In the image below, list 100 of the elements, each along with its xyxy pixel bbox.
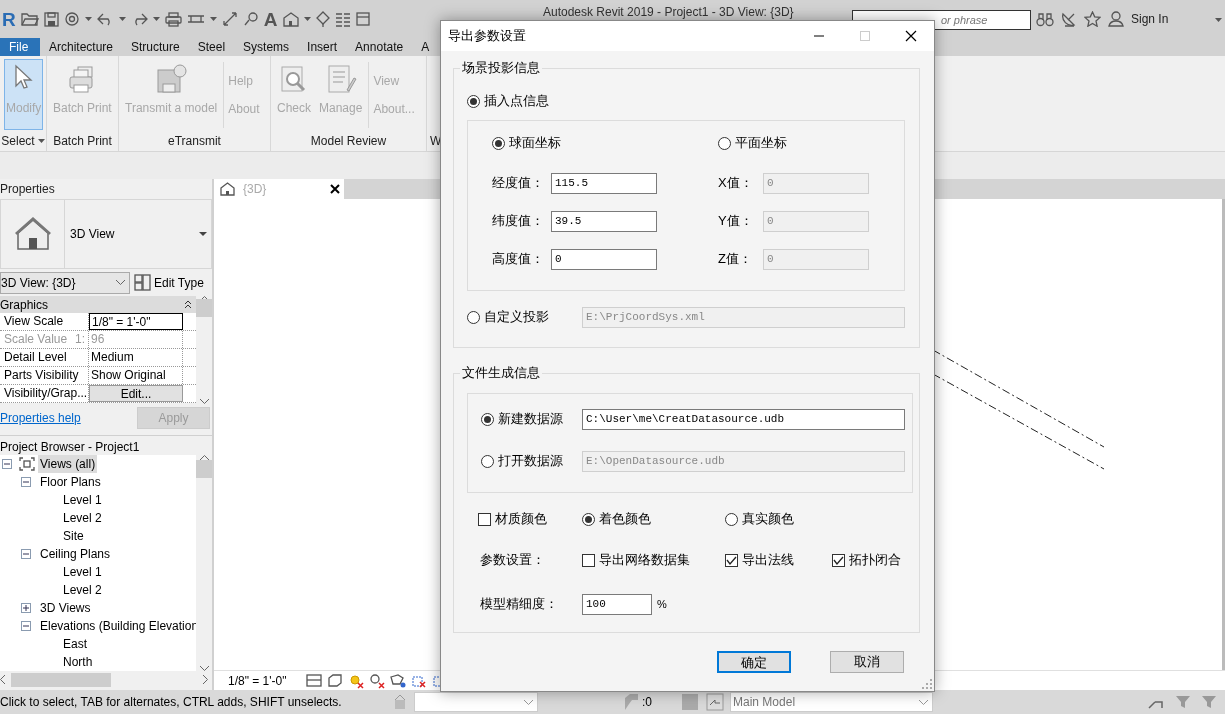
expander-icon[interactable] xyxy=(21,477,31,487)
type-selector[interactable]: 3D View xyxy=(0,199,212,269)
tree-item[interactable]: Level 2 xyxy=(61,509,104,527)
scrollbar-thumb[interactable] xyxy=(196,460,212,478)
binoculars-icon[interactable] xyxy=(1036,11,1054,27)
satellite-icon[interactable] xyxy=(1061,11,1077,27)
printer-icon[interactable] xyxy=(164,11,182,27)
tree-item[interactable]: Views (all) xyxy=(38,455,98,473)
render-icon[interactable] xyxy=(389,672,406,689)
radio-button[interactable]: 平面坐标 xyxy=(718,133,787,153)
dimension-icon[interactable] xyxy=(221,11,238,27)
tree-item[interactable]: Floor Plans xyxy=(38,473,103,491)
ribbon-tab[interactable]: Steel xyxy=(188,38,235,56)
text-field[interactable]: 100 xyxy=(582,593,652,615)
detail-level-icon[interactable] xyxy=(305,672,322,689)
scrollbar-thumb[interactable] xyxy=(11,672,111,687)
dialog-button[interactable]: 取消 xyxy=(830,651,904,673)
tree-item[interactable]: Site xyxy=(61,527,86,545)
instance-dropdown[interactable]: 3D View: {3D} xyxy=(0,271,130,294)
tree-item[interactable]: North xyxy=(61,653,95,671)
caret-icon[interactable] xyxy=(304,17,312,21)
scrollbar-thumb[interactable] xyxy=(196,299,212,317)
ribbon-tab[interactable]: A xyxy=(412,38,439,56)
radio-circle-icon[interactable] xyxy=(492,136,505,150)
checkbox-square-icon[interactable] xyxy=(832,553,845,567)
vertical-scrollbar[interactable] xyxy=(196,296,212,404)
file-menu[interactable]: File xyxy=(0,38,40,56)
folder-icon[interactable] xyxy=(20,12,39,26)
radio-button[interactable]: 插入点信息 xyxy=(467,91,905,111)
view-scale[interactable]: 1/8" = 1'-0" xyxy=(228,671,287,690)
chevron-up-icon xyxy=(199,455,209,460)
ribbon-tab[interactable]: Structure xyxy=(122,38,189,56)
caret-icon[interactable] xyxy=(118,17,126,21)
expander-icon[interactable] xyxy=(21,549,31,559)
caret-icon[interactable] xyxy=(1215,18,1222,22)
tree-item[interactable]: Ceiling Plans xyxy=(38,545,113,563)
collapse-icon[interactable] xyxy=(184,300,192,309)
checkbox[interactable]: 导出网络数据集 xyxy=(582,550,725,570)
shadow-icon[interactable] xyxy=(368,672,385,689)
tree-item[interactable]: Level 2 xyxy=(61,581,104,599)
list-icon[interactable] xyxy=(335,11,352,27)
radio-circle-icon[interactable] xyxy=(467,94,480,108)
checkbox-square-icon[interactable] xyxy=(725,553,738,567)
visual-style-icon[interactable] xyxy=(326,672,343,689)
radio-circle-icon[interactable] xyxy=(481,412,494,426)
resize-grip-icon[interactable] xyxy=(922,679,932,689)
user-icon[interactable] xyxy=(1108,11,1124,27)
chevron-down-icon xyxy=(919,699,928,705)
expander-icon[interactable] xyxy=(21,603,31,613)
edit-button[interactable]: Edit... xyxy=(89,385,183,402)
model-dropdown[interactable]: Main Model xyxy=(730,692,933,712)
caret-icon[interactable] xyxy=(152,17,160,21)
close-icon[interactable] xyxy=(905,30,917,42)
ribbon-tab[interactable]: Insert xyxy=(298,38,347,56)
window-icon[interactable] xyxy=(356,12,371,26)
edit-type-button[interactable]: Edit Type xyxy=(134,273,204,292)
sun-icon[interactable] xyxy=(347,672,364,689)
text-field[interactable]: C:\User\me\CreatDatasource.udb xyxy=(582,408,905,430)
window-title: Autodesk Revit 2019 - Project1 - 3D View: {3D} xyxy=(543,5,794,19)
expander-icon[interactable] xyxy=(21,621,31,631)
checkbox[interactable]: 导出法线 xyxy=(725,550,832,570)
checkbox-square-icon[interactable] xyxy=(478,512,491,526)
radio-button[interactable]: 着色颜色 xyxy=(582,509,725,529)
close-icon[interactable] xyxy=(330,184,340,194)
caret-icon[interactable] xyxy=(37,139,45,143)
radio-circle-icon[interactable] xyxy=(718,136,731,150)
ribbon-tab[interactable]: Annotate xyxy=(346,38,413,56)
radio-circle-icon[interactable] xyxy=(725,512,738,526)
text-tool[interactable]: A xyxy=(263,9,278,29)
caret-icon[interactable] xyxy=(84,17,92,21)
pin-icon[interactable] xyxy=(316,11,331,27)
text-field[interactable]: 39.5 xyxy=(551,210,657,232)
sign-in-link[interactable]: Sign In xyxy=(1131,10,1169,28)
caret-icon[interactable] xyxy=(209,17,217,21)
help-link[interactable]: Properties help xyxy=(0,409,81,427)
checkbox-square-icon[interactable] xyxy=(582,553,595,567)
radio-circle-icon[interactable] xyxy=(582,512,595,526)
star-icon[interactable] xyxy=(1084,11,1101,27)
tree-item[interactable]: Level 1 xyxy=(61,491,104,509)
group-title: 场景投影信息 xyxy=(460,60,542,76)
tree-item[interactable]: East xyxy=(61,635,89,653)
property-value: Show Original xyxy=(89,367,183,384)
radio-button[interactable]: 球面坐标 xyxy=(492,133,718,153)
text-field[interactable]: 0 xyxy=(551,248,657,270)
radio-button[interactable]: 新建数据源 xyxy=(481,409,582,429)
save-icon[interactable] xyxy=(43,11,59,27)
text-field[interactable]: 115.5 xyxy=(551,172,657,194)
house-icon[interactable] xyxy=(282,11,300,27)
expander-icon[interactable] xyxy=(2,459,12,469)
tree-item[interactable]: 3D Views xyxy=(38,599,93,617)
selection-count: :0 xyxy=(642,694,652,711)
ribbon-tab[interactable]: Architecture xyxy=(40,38,123,56)
dialog-button[interactable]: 确定 xyxy=(717,651,791,673)
checkbox[interactable]: 材质颜色 xyxy=(478,509,582,529)
tree-item[interactable]: Level 1 xyxy=(61,563,104,581)
ribbon-tab[interactable]: Systems xyxy=(234,38,299,56)
property-value-field[interactable]: 1/8" = 1'-0" xyxy=(89,313,183,330)
radio-button[interactable]: 真实颜色 xyxy=(725,509,794,529)
measure-icon[interactable] xyxy=(186,13,205,25)
checkbox[interactable]: 拓扑闭合 xyxy=(832,550,901,570)
